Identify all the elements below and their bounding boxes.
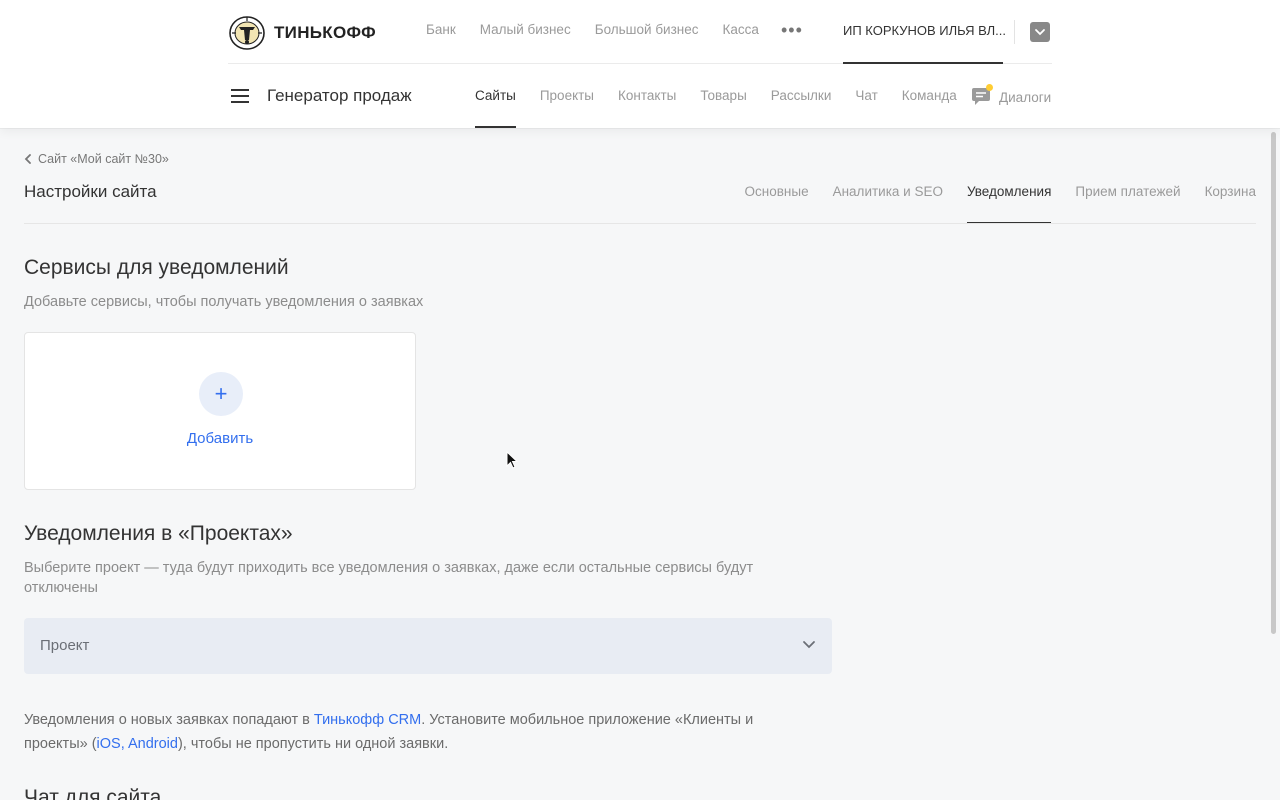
top-nav: Банк Малый бизнес Большой бизнес Касса [426,22,759,37]
account-dropdown-button[interactable] [1030,22,1050,42]
back-link[interactable]: Сайт «Мой сайт №30» [24,152,169,166]
nav-team[interactable]: Команда [902,64,957,128]
chevron-down-icon [803,641,815,649]
page-scrollbar[interactable] [1271,132,1276,634]
nav-chat[interactable]: Чат [855,64,877,128]
tinkoff-logo[interactable]: ТИНЬКОФФ [228,16,376,50]
crm-info-text: Уведомления о новых заявках попадают в Т… [24,708,784,756]
chat-bubble-icon [971,84,993,107]
tabs-divider [24,223,1256,224]
unread-badge [986,84,993,91]
product-nav: Сайты Проекты Контакты Товары Рассылки Ч… [475,64,981,128]
account-name: ИП КОРКУНОВ ИЛЬЯ ВЛ... [843,23,1006,38]
tab-analytics-seo[interactable]: Аналитика и SEO [833,128,943,224]
project-select[interactable]: Проект [24,618,832,674]
projects-description: Выберите проект — туда будут приходить в… [24,560,754,596]
android-link[interactable]: Android [128,736,178,752]
top-nav-kassa[interactable]: Касса [723,22,759,37]
nav-goods[interactable]: Товары [700,64,746,128]
menu-burger-icon[interactable] [228,86,252,106]
nav-contacts[interactable]: Контакты [618,64,676,128]
more-dots-icon[interactable]: ••• [781,21,803,39]
top-bar: ТИНЬКОФФ Банк Малый бизнес Большой бизне… [228,0,1052,64]
tinkoff-crm-link[interactable]: Тинькофф CRM [314,712,421,728]
nav-mailings[interactable]: Рассылки [771,64,832,128]
top-nav-big-business[interactable]: Большой бизнес [595,22,699,37]
back-link-label: Сайт «Мой сайт №30» [38,152,169,166]
top-nav-bank[interactable]: Банк [426,22,456,37]
info-text-part3: ), чтобы не пропустить ни одной заявки. [177,736,449,752]
tinkoff-emblem-icon [229,16,265,50]
tab-cart[interactable]: Корзина [1205,128,1256,224]
page-title: Настройки сайта [24,182,157,201]
chevron-down-icon [1035,29,1045,36]
project-select-placeholder: Проект [40,637,90,654]
services-heading: Сервисы для уведомлений [24,256,289,279]
services-description: Добавьте сервисы, чтобы получать уведомл… [24,294,424,310]
tab-notifications[interactable]: Уведомления [966,128,1052,224]
add-service-card[interactable]: + Добавить [24,332,416,490]
top-nav-small-business[interactable]: Малый бизнес [480,22,571,37]
app-header: ТИНЬКОФФ Банк Малый бизнес Большой бизне… [0,0,1280,128]
settings-tabs: Основные Аналитика и SEO Уведомления При… [721,128,1256,224]
plus-icon: + [199,372,243,416]
dialogs-label: Диалоги [999,89,1052,105]
link-separator: , [120,736,128,752]
account-divider [1014,20,1015,44]
main-content: Сайт «Мой сайт №30» Настройки сайта Осно… [0,128,1268,800]
tab-general[interactable]: Основные [745,128,809,224]
mouse-cursor-icon [506,451,519,469]
product-title: Генератор продаж [267,86,412,105]
chat-heading: Чат для сайта [24,786,162,800]
nav-sites[interactable]: Сайты [475,64,516,128]
add-service-label: Добавить [186,430,254,447]
tab-payments[interactable]: Прием платежей [1075,128,1180,224]
ios-link[interactable]: iOS [97,736,121,752]
dialogs-link[interactable]: Диалоги [971,84,1052,107]
info-text-part1: Уведомления о новых заявках попадают в [24,712,314,728]
account-selector[interactable]: ИП КОРКУНОВ ИЛЬЯ ВЛ... [843,0,1006,64]
logo-wordmark: ТИНЬКОФФ [274,23,376,42]
nav-projects[interactable]: Проекты [540,64,594,128]
product-bar: Генератор продаж Сайты Проекты Контакты … [228,64,1052,128]
chevron-left-icon [24,154,31,164]
projects-heading: Уведомления в «Проектах» [24,522,293,545]
